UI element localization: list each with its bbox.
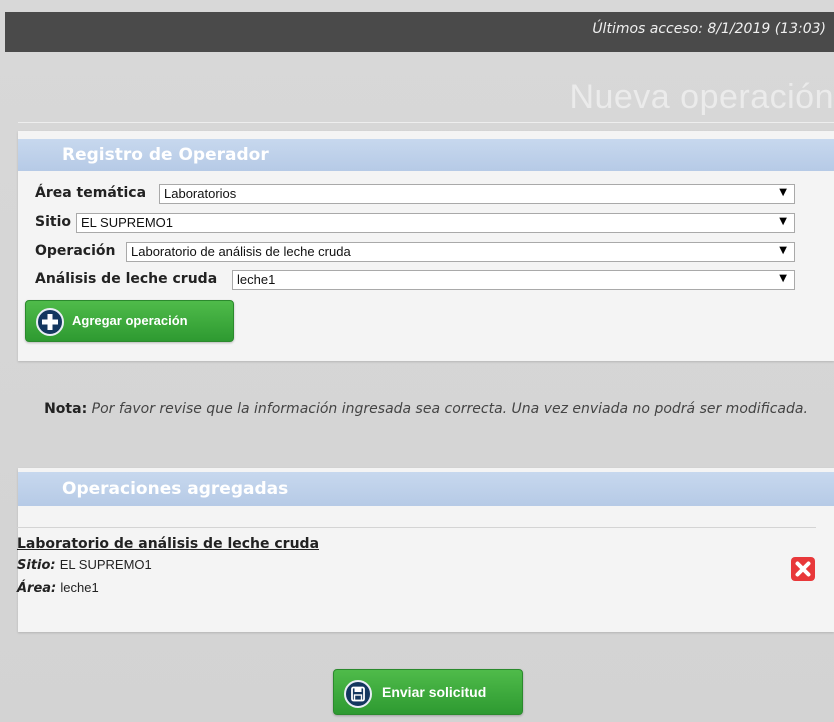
note: Nota: Por favor revise que la informació…	[18, 398, 834, 421]
operation-name: Laboratorio de análisis de leche cruda	[17, 536, 320, 552]
last-access-text: Últimos acceso: 8/1/2019 (13:03)	[592, 21, 826, 37]
page: Últimos acceso: 8/1/2019 (13:03) Nueva o…	[0, 0, 834, 722]
dropdown-arrow-icon: ▼	[779, 216, 787, 227]
sitio-value: EL SUPREMO1	[81, 215, 173, 230]
dropdown-arrow-icon: ▼	[779, 245, 787, 256]
enviar-solicitud-button[interactable]: Enviar solicitud	[333, 669, 523, 715]
note-label: Nota:	[44, 401, 88, 417]
field-area-tematica-label: Área temática	[35, 185, 147, 201]
analisis-select[interactable]: leche1 ▼	[232, 270, 795, 290]
operation-sitio-label: Sitio:	[17, 558, 56, 573]
field-analisis: Análisis de leche cruda leche1 ▼	[35, 270, 805, 290]
field-area-tematica: Área temática Laboratorios ▼	[35, 184, 805, 204]
page-title: Nueva operación	[569, 78, 834, 116]
dropdown-arrow-icon: ▼	[779, 187, 787, 198]
area-tematica-select[interactable]: Laboratorios ▼	[159, 184, 795, 204]
area-tematica-value: Laboratorios	[164, 186, 237, 201]
operation-area-label: Área:	[17, 581, 57, 596]
field-operacion-label: Operación	[35, 243, 116, 259]
field-sitio: Sitio EL SUPREMO1 ▼	[35, 213, 805, 233]
agregar-operacion-button[interactable]: Agregar operación	[25, 300, 234, 342]
title-divider	[18, 122, 834, 123]
field-operacion: Operación Laboratorio de análisis de lec…	[35, 242, 805, 262]
save-icon	[344, 680, 372, 708]
note-text: Por favor revise que la información ingr…	[91, 401, 808, 417]
delete-operation-button[interactable]	[791, 557, 815, 581]
operacion-value: Laboratorio de análisis de leche cruda	[131, 244, 351, 259]
field-sitio-label: Sitio	[35, 214, 71, 230]
agregar-operacion-label: Agregar operación	[72, 313, 188, 328]
operation-area-value: leche1	[60, 580, 99, 595]
registro-panel: Registro de Operador Área temática Labor…	[18, 131, 834, 361]
dropdown-arrow-icon: ▼	[779, 273, 787, 284]
field-analisis-label: Análisis de leche cruda	[35, 271, 218, 287]
close-icon	[795, 561, 811, 577]
operaciones-panel-title: Operaciones agregadas	[62, 479, 289, 499]
enviar-solicitud-label: Enviar solicitud	[382, 684, 487, 700]
operation-sitio: Sitio: EL SUPREMO1	[17, 557, 152, 573]
registro-panel-header: Registro de Operador	[18, 139, 834, 171]
operation-divider	[17, 527, 816, 528]
operation-sitio-value: EL SUPREMO1	[59, 557, 152, 572]
operation-area: Área: leche1	[17, 580, 99, 596]
top-bar: Últimos acceso: 8/1/2019 (13:03)	[5, 12, 834, 52]
sitio-select[interactable]: EL SUPREMO1 ▼	[76, 213, 795, 233]
analisis-value: leche1	[237, 272, 276, 287]
plus-circle-icon	[36, 308, 64, 336]
registro-panel-title: Registro de Operador	[62, 145, 269, 165]
operaciones-panel-header: Operaciones agregadas	[18, 472, 834, 506]
operacion-select[interactable]: Laboratorio de análisis de leche cruda ▼	[126, 242, 795, 262]
